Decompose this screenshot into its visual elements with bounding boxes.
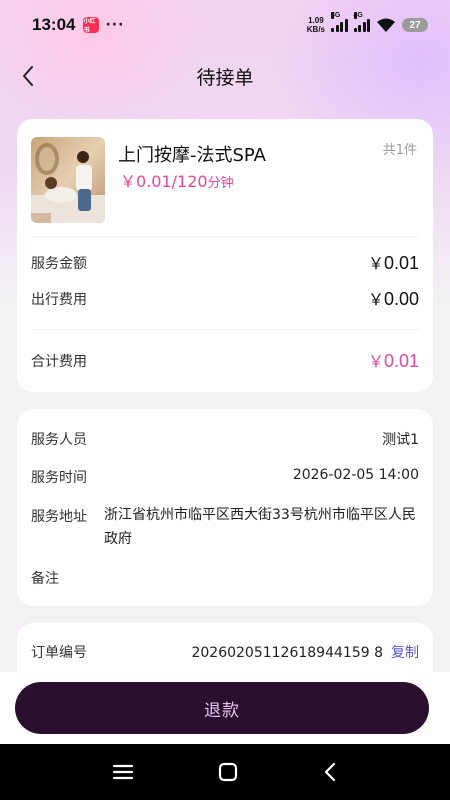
copy-order-number-button[interactable]: 复制: [391, 645, 419, 661]
notification-app-icon: 小红书: [83, 17, 100, 34]
page-title: 待接单: [196, 66, 254, 89]
currency-symbol: ￥: [367, 292, 384, 309]
travel-fee-label: 出行费用: [31, 292, 87, 308]
network-speed-unit: KB/s: [306, 25, 325, 34]
status-bar: 13:04 小红书 ··· 1.09 KB/s 4G 4G 27: [0, 0, 450, 50]
order-number-value: 20260205112618944159 8: [191, 645, 383, 661]
order-number-label: 订单编号: [31, 645, 87, 661]
currency-symbol: ￥: [367, 354, 384, 371]
product-price: ￥0.01/120分钟: [120, 168, 234, 192]
product-price-currency: ￥: [120, 172, 137, 191]
total-fee-value: ￥0.01: [368, 348, 419, 372]
menu-icon[interactable]: [112, 763, 134, 781]
product-name: 上门按摩-法式SPA: [118, 145, 266, 166]
travel-fee-number: 0.00: [383, 289, 419, 309]
back-button[interactable]: [14, 62, 42, 90]
battery-indicator: 27: [402, 18, 428, 32]
chevron-left-icon: [23, 66, 33, 86]
service-time-value: 2026-02-05 14:00: [292, 467, 419, 483]
product-thumbnail[interactable]: [31, 137, 105, 223]
total-fee-label: 合计费用: [31, 354, 87, 370]
status-indicators: 1.09 KB/s 4G 4G 27: [307, 12, 428, 34]
network-speed: 1.09 KB/s: [307, 16, 325, 34]
product-count: 共1件: [382, 143, 417, 158]
order-number-row: 20260205112618944159 8 复制: [191, 642, 419, 662]
total-fee-number: 0.01: [383, 351, 419, 371]
currency-symbol: ￥: [367, 256, 384, 273]
travel-fee-value: ￥0.00: [368, 286, 419, 310]
signal-icon: 4G: [353, 12, 370, 32]
note-label: 备注: [31, 571, 59, 587]
signal-icon: 4G: [331, 12, 348, 32]
product-price-unit: 分钟: [207, 176, 234, 191]
home-square-icon[interactable]: [217, 761, 239, 783]
service-info-card: 服务人员 测试1 服务时间 2026-02-05 14:00 服务地址 浙江省杭…: [17, 409, 433, 606]
service-amount-number: 0.01: [383, 253, 419, 273]
product-fee-card: 上门按摩-法式SPA ￥0.01/120分钟 共1件 服务金额 ￥0.01 出行…: [17, 119, 433, 392]
network-speed-value: 1.09: [308, 16, 324, 25]
system-navigation-bar: [0, 744, 450, 800]
service-time-label: 服务时间: [31, 470, 87, 486]
service-amount-value: ￥0.01: [368, 250, 419, 274]
refund-button[interactable]: 退款: [15, 682, 429, 734]
signal-type-label: 4G: [331, 12, 341, 19]
divider: [31, 329, 419, 330]
product-price-value: 0.01/120: [136, 172, 208, 191]
more-notifications-icon: ···: [105, 17, 125, 33]
service-address-value: 浙江省杭州市临平区西大街33号杭州市临平区人民政府: [104, 507, 416, 547]
service-amount-label: 服务金额: [31, 256, 87, 272]
back-triangle-icon[interactable]: [322, 761, 338, 783]
wifi-icon: [377, 18, 395, 32]
status-time: 13:04: [32, 15, 76, 34]
navigation-bar: 待接单: [0, 52, 450, 100]
staff-value: 测试1: [382, 432, 419, 448]
staff-label: 服务人员: [31, 432, 87, 448]
service-address-label: 服务地址: [31, 509, 87, 525]
divider: [31, 236, 419, 237]
signal-type-label: 4G: [353, 12, 363, 19]
